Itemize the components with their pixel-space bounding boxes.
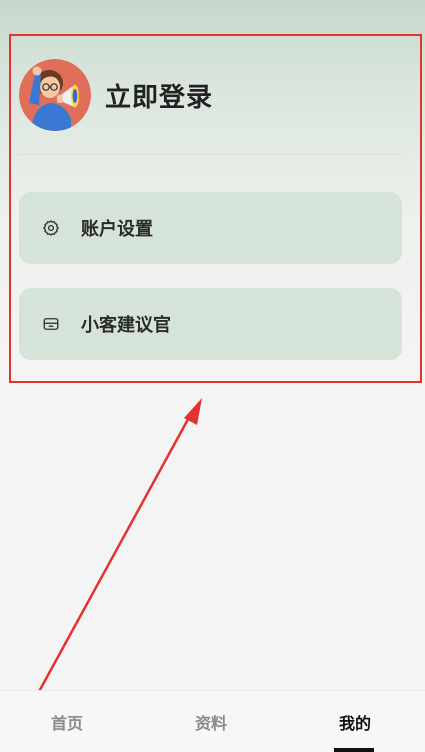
inbox-icon xyxy=(41,314,61,334)
gear-icon xyxy=(41,218,61,238)
menu-item-label: 小客建议官 xyxy=(81,315,171,336)
tab-home[interactable]: 首页 xyxy=(22,691,112,752)
menu-item-account-settings[interactable]: 账户设置 xyxy=(19,192,402,264)
bottom-tab-bar: 首页 资料 我的 xyxy=(0,690,425,752)
login-label[interactable]: 立即登录 xyxy=(105,77,213,114)
avatar[interactable] xyxy=(19,59,91,131)
active-tab-indicator xyxy=(334,748,374,752)
tab-mine[interactable]: 我的 xyxy=(310,691,400,752)
profile-header[interactable]: 立即登录 xyxy=(19,59,213,131)
menu-item-label: 账户设置 xyxy=(81,219,153,240)
divider xyxy=(19,154,402,155)
tab-data[interactable]: 资料 xyxy=(166,691,256,752)
menu-item-suggestion[interactable]: 小客建议官 xyxy=(19,288,402,360)
